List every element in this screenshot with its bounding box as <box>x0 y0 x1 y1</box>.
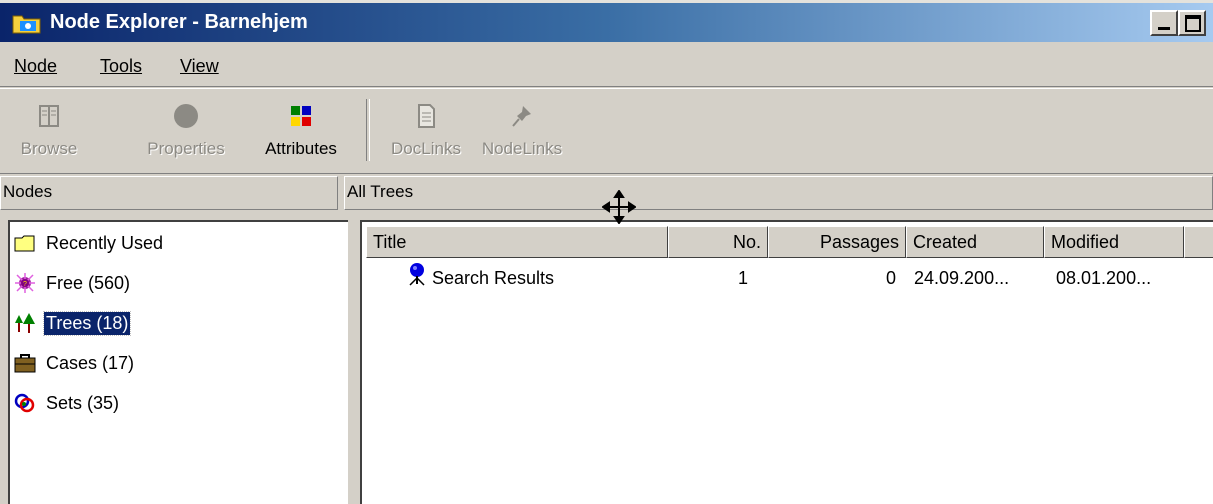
nodes-pane-header: Nodes <box>0 176 338 210</box>
browse-button[interactable]: Browse <box>14 95 84 167</box>
nodes-tree[interactable]: Recently Used ? Free (560) Trees (18) Ca… <box>8 220 348 504</box>
title-bar[interactable]: Node Explorer - Barnehjem <box>0 0 1213 42</box>
menu-bar: Node Tools View <box>0 48 1213 87</box>
trees-icon <box>15 313 35 333</box>
free-node-icon: ? <box>15 273 35 293</box>
color-grid-icon <box>291 106 311 126</box>
move-cursor-icon <box>602 190 636 224</box>
window-title: Node Explorer - Barnehjem <box>50 11 308 33</box>
column-header-created[interactable]: Created <box>906 226 1044 258</box>
column-header-no[interactable]: No. <box>668 226 768 258</box>
attributes-button[interactable]: Attributes <box>254 95 348 167</box>
pane-splitter[interactable] <box>348 212 356 504</box>
node-item-free[interactable]: ? Free (560) <box>14 268 132 298</box>
doclinks-label: DocLinks <box>391 139 461 158</box>
node-item-recently-used[interactable]: Recently Used <box>14 228 165 258</box>
folder-icon <box>14 235 35 252</box>
nodelinks-button[interactable]: NodeLinks <box>474 95 570 167</box>
column-header-filler <box>1184 226 1213 258</box>
node-item-label: Trees (18) <box>42 310 132 336</box>
menu-view[interactable]: View <box>180 56 219 77</box>
row-title: Search Results <box>432 268 555 288</box>
svg-text:?: ? <box>23 281 27 288</box>
book-icon <box>39 105 59 127</box>
node-item-label: Recently Used <box>46 232 164 253</box>
menu-node-label: Node <box>14 56 58 76</box>
node-item-label: Free (560) <box>46 272 131 293</box>
node-item-sets[interactable]: Sets (35) <box>14 388 121 418</box>
doclinks-button[interactable]: DocLinks <box>382 95 470 167</box>
menu-view-label: View <box>180 56 219 76</box>
row-passages: 0 <box>885 268 896 288</box>
node-item-label: Cases (17) <box>46 352 135 373</box>
properties-button[interactable]: Properties <box>134 95 238 167</box>
column-header-modified[interactable]: Modified <box>1044 226 1184 258</box>
briefcase-icon <box>14 354 36 373</box>
node-item-cases[interactable]: Cases (17) <box>14 348 136 378</box>
toolbar: Browse Properties Attributes DocLinks No… <box>0 88 1213 174</box>
properties-label: Properties <box>147 139 225 158</box>
tree-node-icon <box>409 263 425 286</box>
sets-icon <box>14 393 35 413</box>
trees-list[interactable]: Title No. Passages Created Modified Sear… <box>360 220 1213 504</box>
node-explorer-app-icon <box>12 15 41 34</box>
pin-icon <box>512 106 531 127</box>
column-header-title[interactable]: Title <box>366 226 668 258</box>
minimize-button[interactable] <box>1150 10 1178 36</box>
maximize-button[interactable] <box>1178 10 1206 36</box>
menu-node[interactable]: Node <box>14 56 57 77</box>
attributes-label: Attributes <box>265 139 337 158</box>
nodelinks-label: NodeLinks <box>481 139 563 158</box>
column-header-passages[interactable]: Passages <box>768 226 906 258</box>
circle-icon <box>174 104 198 128</box>
browse-label: Browse <box>20 139 78 158</box>
row-no: 1 <box>737 268 748 288</box>
menu-tools[interactable]: Tools <box>100 56 142 77</box>
document-icon <box>418 104 435 128</box>
all-trees-pane-header: All Trees <box>344 176 1213 210</box>
row-modified: 08.01.200... <box>1056 268 1152 288</box>
row-created: 24.09.200... <box>914 268 1010 288</box>
node-item-trees[interactable]: Trees (18) <box>14 308 132 338</box>
menu-tools-label: Tools <box>100 56 143 76</box>
toolbar-separator <box>366 99 370 161</box>
node-item-label: Sets (35) <box>46 392 120 413</box>
